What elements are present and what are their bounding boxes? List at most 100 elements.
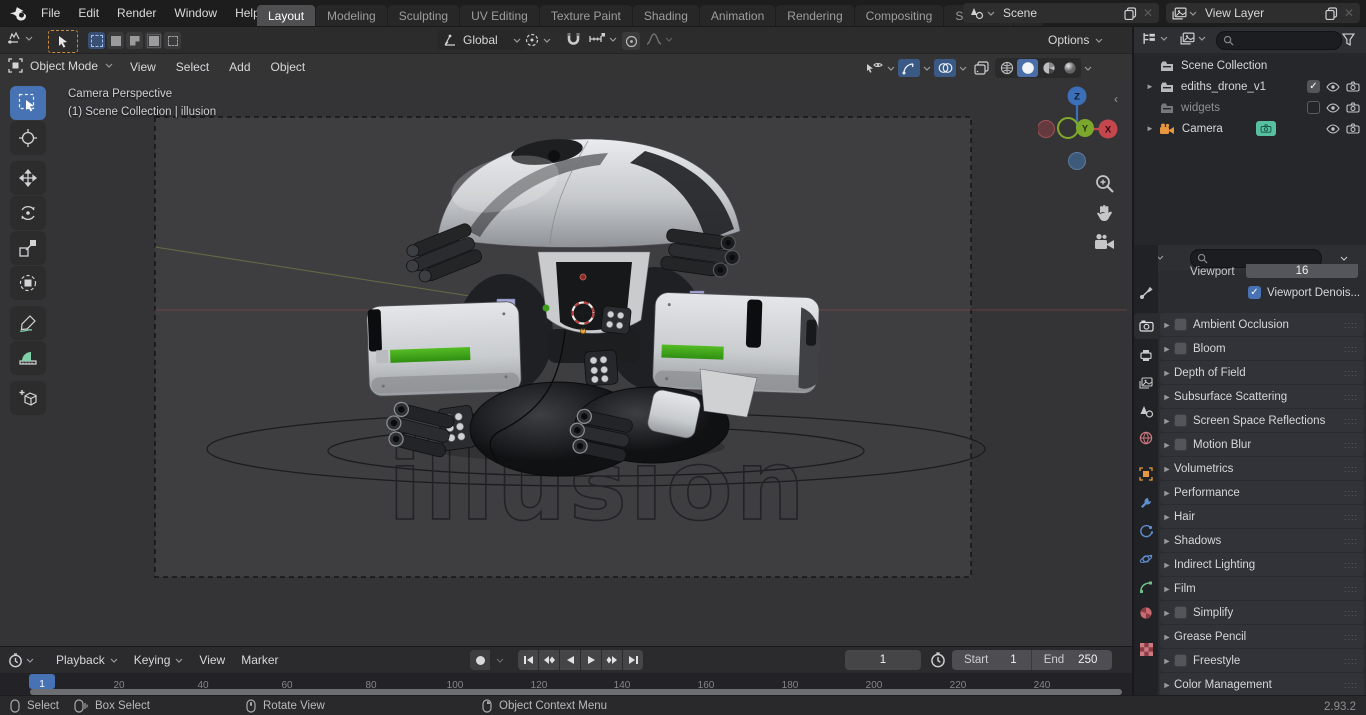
- disable-render-camera-icon[interactable]: [1346, 123, 1360, 134]
- options-dropdown[interactable]: Options: [1048, 34, 1103, 46]
- shading-material-button[interactable]: [1038, 59, 1059, 77]
- tool-add-cube[interactable]: [10, 381, 46, 415]
- panel-performance[interactable]: ► Performance::::: [1160, 481, 1364, 504]
- select-mode-set[interactable]: [88, 32, 105, 49]
- menu-file[interactable]: File: [32, 0, 69, 26]
- collection-checkbox[interactable]: [1307, 101, 1320, 114]
- drag-grip-icon[interactable]: ::::: [1344, 584, 1358, 594]
- collection-checkbox[interactable]: ✓: [1307, 80, 1320, 93]
- timeline-menu-playback[interactable]: Playback: [48, 647, 126, 673]
- outliner-search-input[interactable]: [1216, 31, 1342, 50]
- properties-tab-scene[interactable]: [1134, 398, 1158, 424]
- panel-simplify[interactable]: ► Simplify::::: [1160, 601, 1364, 624]
- outliner-row-camera[interactable]: ► Camera: [1134, 118, 1366, 139]
- pivot-point-dropdown[interactable]: [524, 32, 551, 48]
- outliner-row-ediths-drone[interactable]: ► ediths_drone_v1 ✓: [1134, 76, 1366, 97]
- disable-render-camera-icon[interactable]: [1346, 102, 1360, 113]
- mode-dropdown[interactable]: Object Mode: [8, 58, 113, 73]
- drag-grip-icon[interactable]: ::::: [1344, 656, 1358, 666]
- show-overlays-dropdown[interactable]: [934, 59, 967, 77]
- properties-tab-texture[interactable]: [1134, 636, 1158, 662]
- new-view-layer-icon[interactable]: [1325, 6, 1338, 20]
- timeline-menu-marker[interactable]: Marker: [233, 647, 286, 673]
- panel-checkbox[interactable]: [1174, 342, 1187, 355]
- jump-to-end-button[interactable]: [623, 650, 643, 670]
- editor-divider[interactable]: [1132, 26, 1134, 695]
- drag-grip-icon[interactable]: ::::: [1344, 560, 1358, 570]
- playhead[interactable]: 1: [29, 674, 55, 690]
- panel-grease-pencil[interactable]: ► Grease Pencil::::: [1160, 625, 1364, 648]
- show-object-types-dropdown[interactable]: [866, 61, 895, 75]
- keying-set-chevron-icon[interactable]: [496, 658, 504, 663]
- properties-options-chevron-icon[interactable]: [1340, 256, 1348, 261]
- workspace-tab-uv-editing[interactable]: UV Editing: [460, 5, 539, 26]
- hide-viewport-eye-icon[interactable]: [1326, 103, 1340, 113]
- show-gizmo-dropdown[interactable]: [898, 59, 931, 77]
- workspace-tab-rendering[interactable]: Rendering: [776, 5, 854, 26]
- hide-viewport-eye-icon[interactable]: [1326, 124, 1340, 134]
- workspace-tab-modeling[interactable]: Modeling: [316, 5, 387, 26]
- panel-checkbox[interactable]: [1174, 654, 1187, 667]
- auto-keying-record-button[interactable]: [470, 650, 490, 670]
- viewport-menu-view[interactable]: View: [120, 54, 166, 80]
- panel-checkbox[interactable]: [1174, 606, 1187, 619]
- xray-toggle[interactable]: [970, 59, 992, 77]
- timeline-menu-keying[interactable]: Keying: [126, 647, 192, 673]
- camera-view-button[interactable]: [1094, 233, 1116, 256]
- properties-tab-modifiers[interactable]: [1134, 490, 1158, 516]
- outliner-row-scene-collection[interactable]: Scene Collection: [1134, 55, 1366, 76]
- viewport-3d[interactable]: illusion Camera Perspective (1) Scene Co…: [0, 79, 1132, 646]
- viewport-menu-add[interactable]: Add: [219, 54, 260, 80]
- panel-shadows[interactable]: ► Shadows::::: [1160, 529, 1364, 552]
- drag-grip-icon[interactable]: ::::: [1344, 344, 1358, 354]
- select-mode-invert[interactable]: [145, 32, 162, 49]
- drag-grip-icon[interactable]: ::::: [1344, 464, 1358, 474]
- viewport-samples-field[interactable]: 16: [1246, 264, 1358, 278]
- properties-tab-particles[interactable]: [1134, 518, 1158, 544]
- camera-data-badge[interactable]: [1256, 121, 1276, 136]
- drag-grip-icon[interactable]: ::::: [1344, 488, 1358, 498]
- snap-toggle[interactable]: [566, 31, 581, 47]
- properties-tab-view-layer[interactable]: [1134, 370, 1158, 396]
- properties-tab-object[interactable]: [1134, 461, 1158, 487]
- drag-grip-icon[interactable]: ::::: [1344, 440, 1358, 450]
- transform-orientation-dropdown[interactable]: Global: [437, 30, 527, 50]
- drag-grip-icon[interactable]: ::::: [1344, 320, 1358, 330]
- view-layer-selector[interactable]: View Layer ✕: [1166, 3, 1360, 23]
- jump-to-start-button[interactable]: [518, 650, 538, 670]
- panel-freestyle[interactable]: ► Freestyle::::: [1160, 649, 1364, 672]
- sidebar-collapse-icon[interactable]: ‹: [1114, 92, 1118, 106]
- timeline-editor-selector[interactable]: [8, 653, 34, 668]
- viewport-menu-select[interactable]: Select: [166, 54, 219, 80]
- panel-checkbox[interactable]: [1174, 414, 1187, 427]
- properties-tab-render[interactable]: [1134, 313, 1158, 339]
- timeline-ruler[interactable]: 20 40 60 80 100 120 140 160 180 200 220 …: [0, 673, 1132, 696]
- properties-tab-material[interactable]: [1134, 600, 1158, 626]
- drag-grip-icon[interactable]: ::::: [1344, 368, 1358, 378]
- workspace-tab-shading[interactable]: Shading: [632, 5, 699, 26]
- drag-grip-icon[interactable]: ::::: [1344, 608, 1358, 618]
- new-scene-icon[interactable]: [1124, 6, 1137, 20]
- panel-hair[interactable]: ► Hair::::: [1160, 505, 1364, 528]
- tool-scale[interactable]: [10, 231, 46, 265]
- shading-wireframe-button[interactable]: [996, 59, 1017, 77]
- workspace-tab-animation[interactable]: Animation: [699, 5, 776, 26]
- start-frame-field[interactable]: 1: [1010, 654, 1016, 666]
- shading-rendered-button[interactable]: [1059, 59, 1080, 77]
- drag-grip-icon[interactable]: ::::: [1344, 512, 1358, 522]
- pan-button[interactable]: [1094, 203, 1115, 229]
- workspace-tab-texture-paint[interactable]: Texture Paint: [539, 5, 632, 26]
- panel-motion-blur[interactable]: ► Motion Blur::::: [1160, 433, 1364, 456]
- drag-grip-icon[interactable]: ::::: [1344, 680, 1358, 690]
- panel-bloom[interactable]: ► Bloom::::: [1160, 337, 1364, 360]
- panel-film[interactable]: ► Film::::: [1160, 577, 1364, 600]
- expand-icon[interactable]: ►: [1146, 82, 1154, 91]
- workspace-tab-sculpting[interactable]: Sculpting: [387, 5, 460, 26]
- tool-move[interactable]: [10, 161, 46, 195]
- panel-volumetrics[interactable]: ► Volumetrics::::: [1160, 457, 1364, 480]
- outliner-row-widgets[interactable]: widgets: [1134, 97, 1366, 118]
- use-preview-range-icon[interactable]: [930, 652, 946, 668]
- panel-checkbox[interactable]: [1174, 438, 1187, 451]
- workspace-tab-layout[interactable]: Layout: [257, 5, 316, 26]
- current-frame-field[interactable]: 1: [845, 650, 921, 670]
